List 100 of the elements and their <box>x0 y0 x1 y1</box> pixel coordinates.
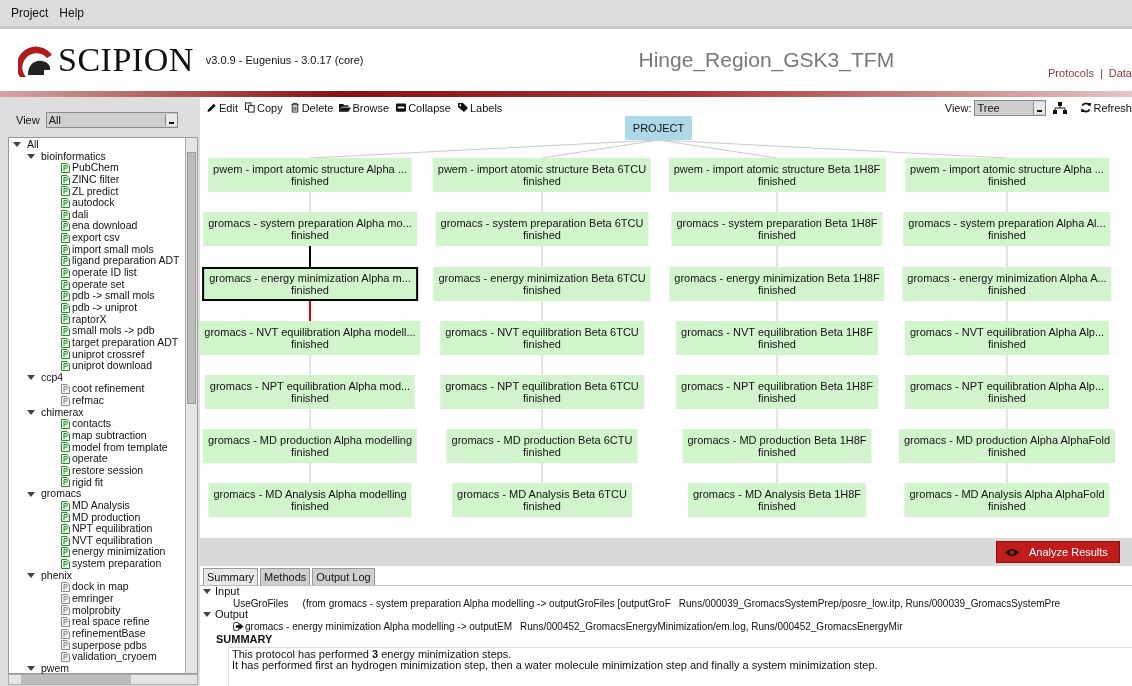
tree-item[interactable]: PubChem <box>72 162 119 174</box>
tree-item[interactable]: pdb -> small mols <box>72 290 155 302</box>
tree-item[interactable]: real space refine <box>72 616 150 628</box>
protocol-node[interactable]: gromacs - MD production Alpha AlphaFold finished <box>898 429 1116 463</box>
protocol-node[interactable]: gromacs - NPT equilibration Alpha Alp... finished <box>904 375 1110 409</box>
protocol-node[interactable]: gromacs - NPT equilibration Beta 6TCU finished <box>440 375 644 409</box>
toolbar-button[interactable]: Copy <box>243 101 283 114</box>
protocol-node[interactable]: gromacs - NVT equilibration Alpha modell... finished <box>199 321 421 355</box>
section-label[interactable]: Output <box>215 609 249 621</box>
scrollbar[interactable] <box>185 138 197 673</box>
tree-item[interactable]: dali <box>72 208 89 221</box>
protocol-node[interactable]: pwem - import atomic structure Alpha ... finished <box>905 158 1109 192</box>
tree-item[interactable]: coot refinement <box>72 383 145 396</box>
tree-item[interactable]: ccp4 <box>41 371 64 384</box>
tree-item[interactable]: phenix <box>41 569 72 582</box>
tree-item[interactable]: gromacs <box>41 488 82 500</box>
tree-item[interactable]: map subtraction <box>72 430 147 442</box>
expand-icon[interactable] <box>27 375 35 381</box>
toolbar-button[interactable]: Edit <box>206 101 238 114</box>
expand-icon[interactable] <box>27 410 35 416</box>
protocol-node[interactable]: gromacs - NVT equilibration Beta 1H8F finished <box>676 321 878 355</box>
tree-item[interactable]: MD Analysis <box>72 499 130 512</box>
tree-item[interactable]: chimerax <box>41 406 84 419</box>
expand-icon[interactable] <box>27 573 35 578</box>
view-dropdown[interactable]: All <box>45 112 178 128</box>
tree-item[interactable]: system preparation <box>72 558 162 570</box>
tree-item[interactable]: ena download <box>72 220 138 233</box>
tree-item[interactable]: bioinformatics <box>41 150 106 163</box>
protocol-node[interactable]: gromacs - NPT equilibration Beta 1H8F finished <box>676 375 878 409</box>
tree-item[interactable]: target preparation ADT <box>72 336 179 349</box>
tree-item[interactable]: uniprot crossref <box>72 348 145 361</box>
expand-icon[interactable] <box>13 142 21 148</box>
protocol-node[interactable]: gromacs - system preparation Beta 6TCU finished <box>435 212 649 246</box>
tree-item[interactable]: NVT equilibration <box>72 534 153 547</box>
protocol-node[interactable]: gromacs - system preparation Alpha mo... finished <box>203 212 417 246</box>
protocol-node[interactable]: gromacs - energy minimization Beta 6TCU finished <box>433 267 651 301</box>
tab[interactable]: Methods <box>260 568 311 585</box>
hierarchy-icon[interactable] <box>1053 101 1068 114</box>
tree-item[interactable]: emringer <box>72 593 114 605</box>
expand-icon[interactable] <box>27 153 35 159</box>
protocol-node[interactable]: gromacs - MD Analysis Alpha modelling finished <box>208 483 412 517</box>
nav-link[interactable]: Data <box>1108 67 1132 79</box>
tree-item[interactable]: pdb -> uniprot <box>72 301 138 314</box>
protocol-node[interactable]: gromacs - MD Analysis Beta 6TCU finished <box>452 483 632 517</box>
menu-item[interactable]: Help <box>59 6 85 20</box>
protocol-node[interactable]: gromacs - energy minimization Alpha A... finished <box>902 267 1112 301</box>
protocol-node[interactable]: gromacs - MD production Beta 1H8F finished <box>682 429 872 463</box>
tree-item[interactable]: All <box>27 139 39 151</box>
protocol-node[interactable]: gromacs - system preparation Beta 1H8F finished <box>671 212 883 246</box>
protocol-node[interactable]: gromacs - NVT equilibration Alpha Alp... finished <box>904 321 1110 355</box>
protocol-node[interactable]: gromacs - energy minimization Alpha m... finished <box>202 267 418 301</box>
scrollbar[interactable] <box>8 674 198 685</box>
tree-item[interactable]: ZINC filter <box>72 173 120 186</box>
analyze-results-button[interactable]: Analyze Results <box>996 541 1120 563</box>
protocol-node[interactable]: gromacs - NVT equilibration Beta 6TCU finished <box>440 321 644 355</box>
tab[interactable]: Output Log <box>312 568 375 585</box>
tree-item[interactable]: autodock <box>72 197 115 209</box>
expand-icon[interactable] <box>203 612 211 618</box>
tree-item[interactable]: contacts <box>72 418 112 431</box>
tree-item[interactable]: uniprot download <box>72 360 152 372</box>
section-label[interactable]: Input <box>215 586 240 598</box>
tree-item[interactable]: raptorX <box>72 313 107 326</box>
menu-item[interactable]: Project <box>11 6 49 20</box>
tree-item[interactable]: MD production <box>72 511 141 524</box>
expand-icon[interactable] <box>203 589 211 595</box>
tree-item[interactable]: ligand preparation ADT <box>72 255 180 268</box>
tree-item[interactable]: pwem <box>41 662 69 675</box>
protocol-node[interactable]: pwem - import atomic structure Beta 6TCU finished <box>432 158 652 192</box>
toolbar-button[interactable]: Browse <box>339 101 390 114</box>
toolbar-button[interactable]: Labels <box>456 101 503 114</box>
project-node[interactable]: PROJECT <box>625 116 692 140</box>
expand-icon[interactable] <box>27 491 35 497</box>
tree-item[interactable]: validation_cryoem <box>72 651 157 663</box>
tree-item[interactable]: small mols -> pdb <box>72 325 155 337</box>
tree-item[interactable]: model from template <box>72 441 168 454</box>
protocol-node[interactable]: gromacs - energy minimization Beta 1H8F finished <box>669 267 885 301</box>
toolbar-button[interactable]: Collapse <box>395 101 451 114</box>
tree-item[interactable]: operate <box>72 453 108 465</box>
tree-item[interactable]: energy minimization <box>72 546 166 559</box>
tree-item[interactable]: operate set <box>72 278 125 291</box>
tab[interactable]: Summary <box>203 568 259 585</box>
toolbar-button[interactable]: Delete <box>288 101 334 114</box>
protocol-node[interactable]: gromacs - MD production Beta 6CTU finished <box>446 429 638 463</box>
tree-item[interactable]: restore session <box>72 464 144 477</box>
tree-item[interactable]: NPT equilibration <box>72 523 153 535</box>
tree-item[interactable]: molprobity <box>72 604 121 617</box>
protocol-node[interactable]: pwem - import atomic structure Beta 1H8F finished <box>668 158 886 192</box>
tree-item[interactable]: refmac <box>72 395 105 407</box>
tree-item[interactable]: ZL predict <box>72 185 119 198</box>
protocol-node[interactable]: gromacs - NPT equilibration Alpha mod... finished <box>204 375 416 409</box>
protocol-node[interactable]: gromacs - MD Analysis Beta 1H8F finished <box>687 483 867 517</box>
protocol-node[interactable]: pwem - import atomic structure Alpha ... finished <box>208 158 412 192</box>
protocol-node[interactable]: gromacs - MD Analysis Alpha AlphaFold finished <box>904 483 1110 517</box>
tree-item[interactable]: superpose pdbs <box>72 639 147 652</box>
tree-item[interactable]: refinementBase <box>72 627 146 640</box>
tree-item[interactable]: import small mols <box>72 243 154 256</box>
nav-link[interactable]: Protocols <box>1048 67 1094 79</box>
protocol-node[interactable]: gromacs - MD production Alpha modelling finished <box>202 429 418 463</box>
tree-item[interactable]: export csv <box>72 232 120 244</box>
refresh-button[interactable]: Refresh <box>1080 101 1132 114</box>
